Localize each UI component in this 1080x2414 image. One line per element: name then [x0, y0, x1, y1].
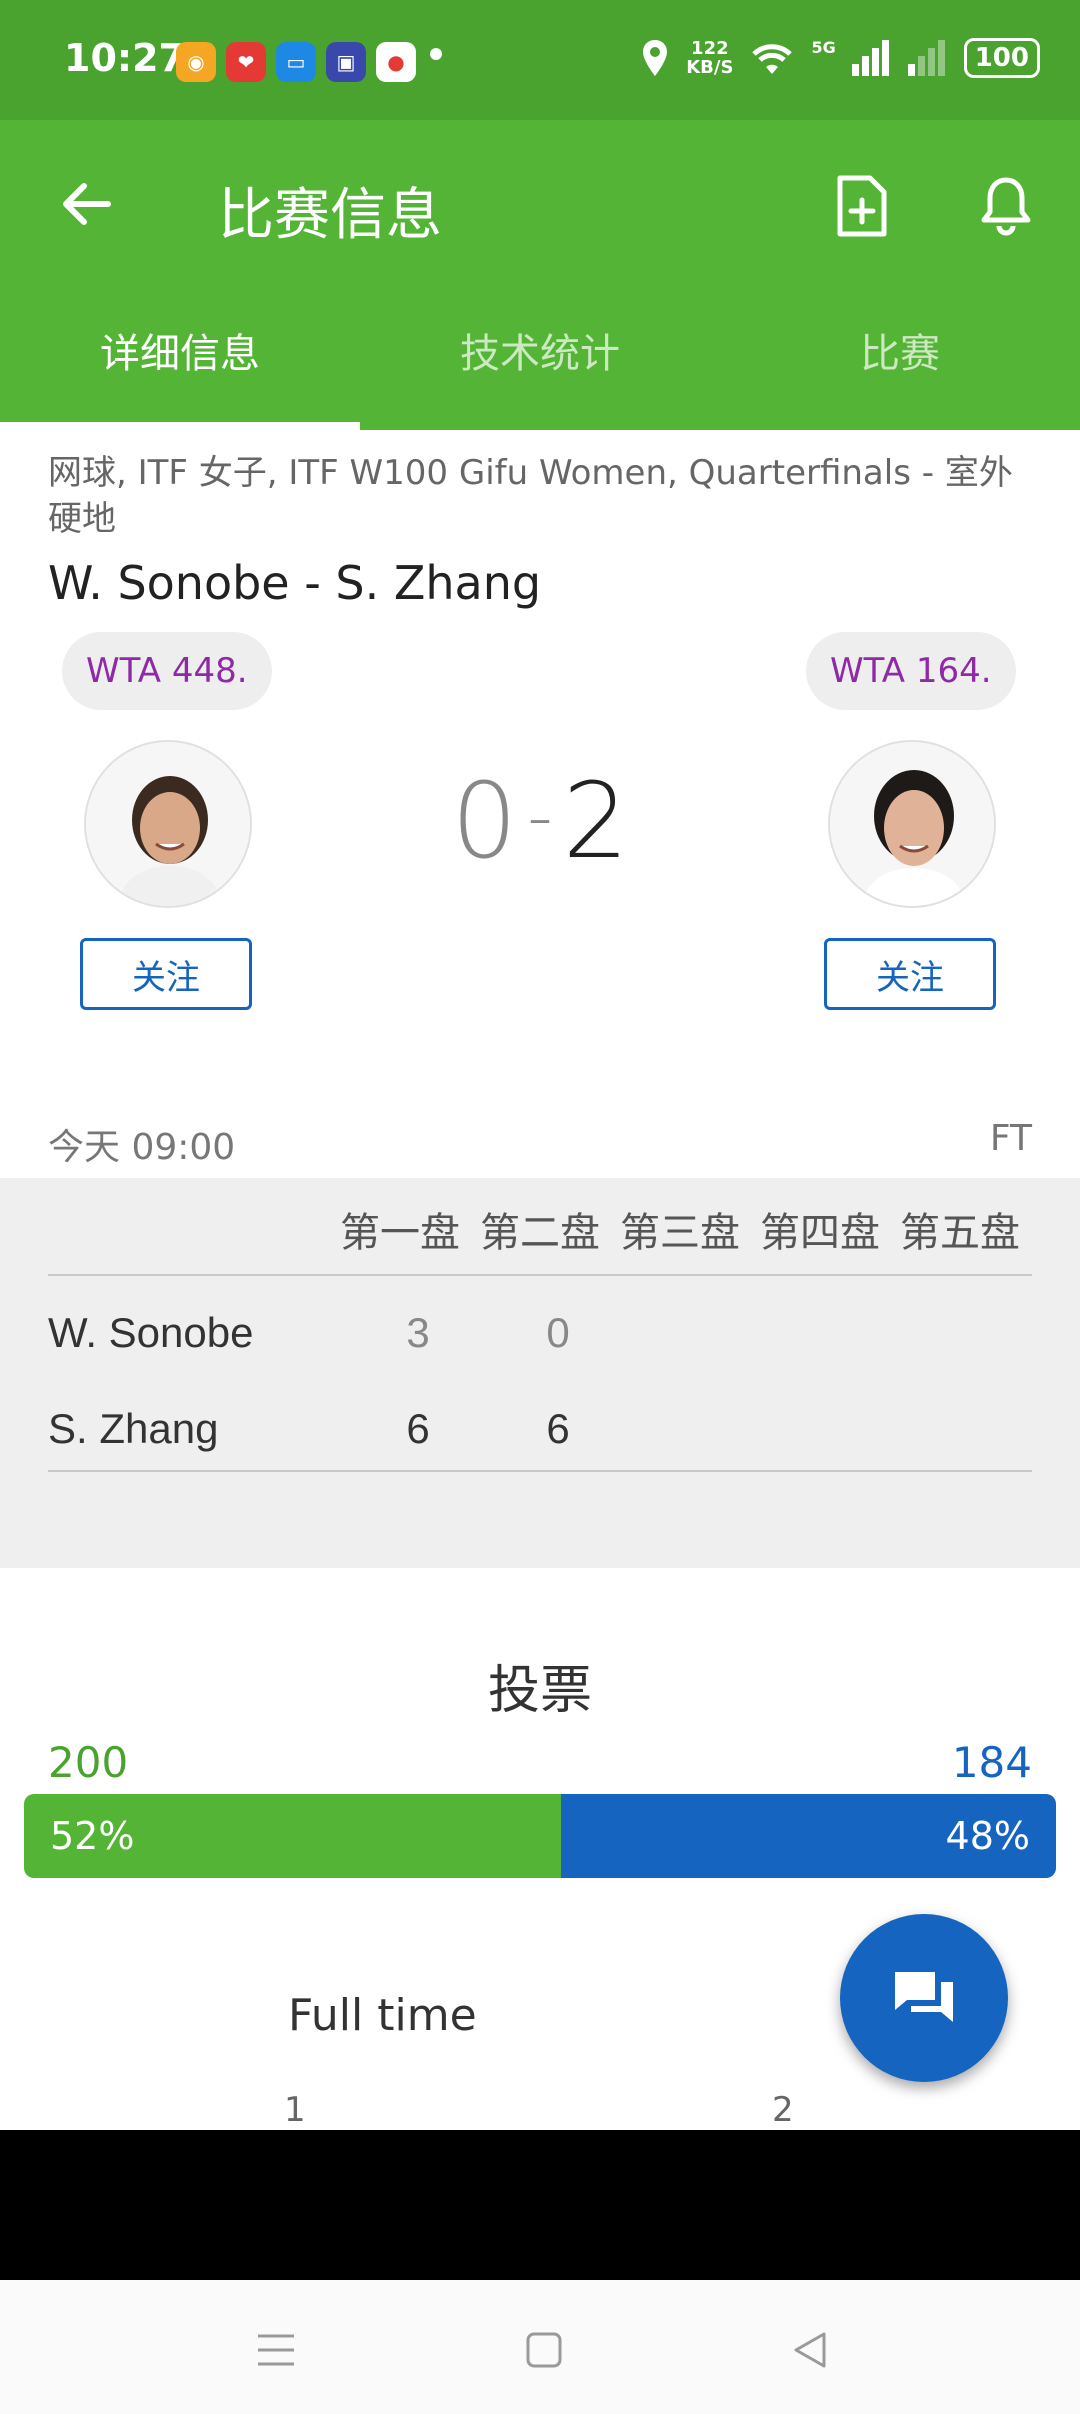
match-score: 0 -2	[430, 760, 650, 882]
set-scores-table: 第一盘 第二盘 第三盘 第四盘 第五盘 W. Sonobe 3 0 S. Zha…	[0, 1178, 1080, 1568]
vote-bar: 52% 48%	[24, 1794, 1056, 1878]
divider	[48, 1274, 1032, 1276]
player-name: W. Sonobe	[48, 1309, 254, 1356]
signal-icon	[851, 40, 889, 76]
home-score: 0	[451, 760, 518, 882]
status-time: 10:27	[64, 36, 185, 80]
breadcrumb[interactable]: 网球, ITF 女子, ITF W100 Gifu Women, Quarter…	[48, 450, 1038, 542]
vote-title: 投票	[487, 1661, 592, 1721]
tab-match[interactable]: 比赛	[720, 290, 1080, 430]
fulltime-title: Full time	[288, 1990, 477, 2041]
away-rank-badge[interactable]: WTA 164.	[806, 632, 1016, 710]
weibo-app-icon: ◉	[176, 42, 216, 82]
set-score: 6	[546, 1405, 570, 1452]
news-app-icon: ●	[376, 42, 416, 82]
tab-bar: 详细信息 技术统计 比赛	[0, 290, 1080, 430]
vote-home-button[interactable]: 52%	[24, 1794, 561, 1878]
set-header: 第一盘	[340, 1210, 460, 1256]
follow-home-button[interactable]: 关注	[80, 938, 252, 1010]
home-vote-percent: 52%	[50, 1814, 135, 1858]
location-icon	[643, 40, 668, 76]
back-nav-button[interactable]	[770, 2310, 850, 2390]
signal-weak-icon	[907, 40, 945, 76]
wifi-icon	[752, 44, 793, 74]
set-headers: 第一盘 第二盘 第三盘 第四盘 第五盘	[330, 1200, 1030, 1258]
home-vote-count: 200	[48, 1738, 129, 1787]
square-icon	[526, 2332, 562, 2368]
player-name: S. Zhang	[48, 1405, 219, 1452]
home-player-avatar[interactable]	[84, 740, 252, 908]
set-score: 3	[406, 1309, 430, 1356]
match-status: FT	[989, 1118, 1032, 1159]
table-row: W. Sonobe 3 0	[48, 1298, 1032, 1368]
chat-fab-button[interactable]	[840, 1914, 1008, 2082]
status-bar: 10:27 ◉ ❤ ▭ ▣ ● 122 KB/S 5G 100	[0, 0, 1080, 120]
match-time-row: 今天 09:00 FT	[48, 1118, 1032, 1170]
page-title: 比赛信息	[218, 183, 442, 248]
away-score: 2	[562, 760, 629, 882]
arrow-left-icon	[63, 183, 111, 225]
menu-icon	[258, 2334, 294, 2366]
score-separator: -	[527, 776, 553, 858]
tab-statistics[interactable]: 技术统计	[360, 290, 720, 430]
document-add-icon	[837, 175, 887, 237]
network-type: 5G	[811, 38, 836, 57]
away-player-avatar[interactable]	[828, 740, 996, 908]
tab-details[interactable]: 详细信息	[0, 290, 360, 430]
home-nav-button[interactable]	[504, 2310, 584, 2390]
vote-away-button[interactable]: 48%	[560, 1794, 1056, 1878]
set-header: 第二盘	[480, 1210, 600, 1256]
set-header: 第五盘	[900, 1210, 1020, 1256]
notification-button[interactable]	[966, 166, 1046, 246]
fulltime-col-2: 2	[772, 2090, 794, 2130]
more-notifications-dot-icon	[430, 48, 442, 60]
add-document-button[interactable]	[822, 166, 902, 246]
away-vote-percent: 48%	[945, 1814, 1030, 1858]
heart-app-icon: ❤	[226, 42, 266, 82]
network-speed: 122 KB/S	[686, 38, 734, 78]
bell-icon	[981, 177, 1031, 236]
set-score: 6	[406, 1405, 430, 1452]
app-bar: 比赛信息	[0, 120, 1080, 290]
triangle-back-icon	[794, 2332, 826, 2368]
battery-indicator: 100	[963, 38, 1040, 78]
system-nav-bar	[0, 2280, 1080, 2414]
divider	[48, 1470, 1032, 1472]
set-header: 第三盘	[620, 1210, 740, 1256]
set-header: 第四盘	[760, 1210, 880, 1256]
status-right: 122 KB/S 5G 100	[640, 38, 1040, 78]
menu-nav-button[interactable]	[236, 2310, 316, 2390]
table-row: S. Zhang 6 6	[48, 1394, 1032, 1464]
match-title: W. Sonobe - S. Zhang	[48, 556, 542, 610]
tieba-app-icon: ▣	[326, 42, 366, 82]
back-button[interactable]	[48, 166, 124, 242]
black-overlay	[0, 2130, 1080, 2280]
follow-away-button[interactable]: 关注	[824, 938, 996, 1010]
chat-icon	[895, 1972, 953, 2022]
vote-counts: 200 184	[48, 1738, 1032, 1787]
home-player-photo	[86, 742, 250, 906]
notification-icons: ◉ ❤ ▭ ▣ ●	[176, 42, 416, 82]
chat-app-icon: ▭	[276, 42, 316, 82]
match-date: 今天 09:00	[48, 1127, 236, 1168]
fulltime-col-1: 1	[284, 2090, 306, 2130]
set-score: 0	[546, 1309, 570, 1356]
home-rank-badge[interactable]: WTA 448.	[62, 632, 272, 710]
away-vote-count: 184	[951, 1738, 1032, 1787]
away-player-photo	[830, 742, 994, 906]
